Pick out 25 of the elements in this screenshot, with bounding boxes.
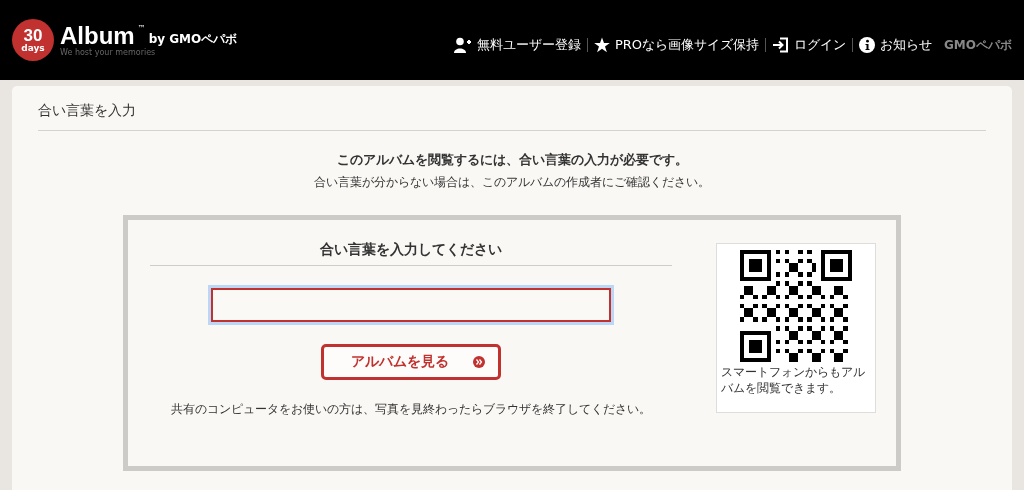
logo-unit: days (21, 44, 45, 53)
notice-text: 共有のコンピュータをお使いの方は、写真を見終わったらブラウザを終了してください。 (171, 402, 651, 417)
chevron-icon (473, 356, 485, 368)
info-icon (859, 37, 875, 53)
password-field[interactable] (211, 288, 611, 322)
panel-title: 合い言葉を入力 (38, 98, 986, 131)
logo-tagline: We host your memories (60, 47, 157, 57)
qr-caption: スマートフォンからもアルバムを閲覧できます。 (720, 365, 866, 397)
nav-link[interactable]: 無料ユーザー登録 (453, 36, 581, 54)
star-icon (593, 37, 610, 53)
logo-byline: by GMOペパボ (148, 30, 238, 48)
view-album-button[interactable]: アルバムを見る (321, 344, 501, 380)
form-title: 合い言葉を入力してください (150, 241, 672, 266)
trademark: ™ (137, 23, 146, 33)
nav-link[interactable]: お知らせ (859, 36, 932, 54)
login-icon (772, 37, 789, 53)
hint-text: 合い言葉が分からない場合は、このアルバムの作成者にご確認ください。 (314, 174, 710, 191)
message-text: このアルバムを閲覧するには、合い言葉の入力が必要です。 (336, 151, 688, 169)
brand-logo: GMOペパボ (944, 36, 1012, 54)
logo-number: 30 (23, 27, 43, 44)
nav-link[interactable]: PROなら画像サイズ保持 (593, 36, 759, 54)
nav-link[interactable]: ログイン (772, 36, 846, 54)
qr-code-icon (740, 250, 852, 362)
user-add-icon (453, 37, 472, 53)
logo-name: Album (60, 23, 135, 48)
